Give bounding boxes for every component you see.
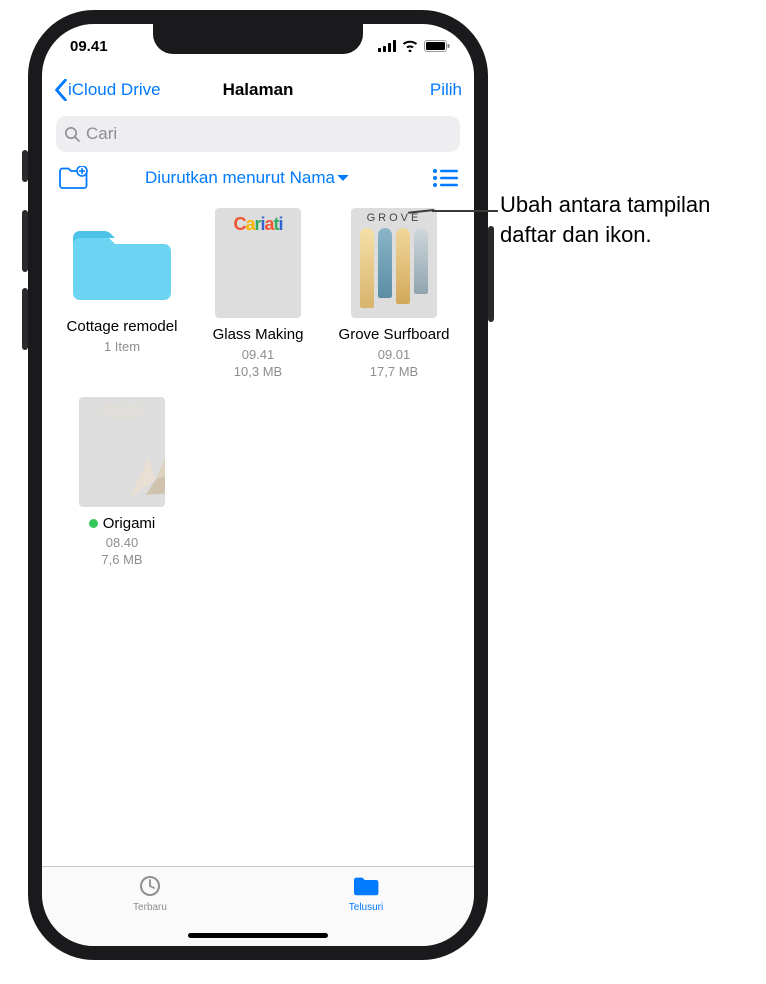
collab-badge-icon (89, 519, 98, 528)
item-name: Cottage remodel (67, 318, 178, 337)
view-toggle-button[interactable] (432, 168, 458, 188)
select-button[interactable]: Pilih (430, 80, 462, 100)
toolbar: Diurutkan menurut Nama (42, 160, 474, 204)
screen: 09.41 iCloud Drive Halaman Pilih Cari (42, 24, 474, 946)
search-wrap: Cari (42, 112, 474, 160)
notch (153, 24, 363, 54)
thumb-title: Cariati (229, 208, 286, 235)
item-name: Glass Making (213, 326, 304, 345)
doc-thumbnail: ORIGAMI TREASURES (79, 397, 165, 507)
chevron-left-icon (54, 79, 68, 101)
item-name: Grove Surfboard (339, 326, 450, 345)
chevron-down-icon (337, 174, 349, 182)
clock-icon (137, 873, 163, 899)
home-indicator[interactable] (188, 933, 328, 938)
callout-text: Ubah antara tampilan daftar dan ikon. (500, 190, 730, 249)
sort-label: Diurutkan menurut Nama (145, 168, 335, 188)
status-icons (378, 40, 450, 52)
wifi-icon (402, 40, 418, 52)
tab-label: Telusuri (349, 902, 383, 913)
folder-icon (352, 873, 380, 899)
callout-leader (432, 210, 498, 212)
doc-thumbnail: Cariati (215, 208, 301, 318)
doc-thumbnail: GROVE (351, 208, 437, 318)
grid-item-doc[interactable]: GROVE Grove Surfboard 09.01 17,7 MB (330, 208, 458, 381)
folder-icon (67, 220, 177, 310)
cellular-icon (378, 40, 396, 52)
item-meta: 1 Item (104, 339, 140, 356)
origami-crane-icon (128, 439, 165, 499)
thumb-title: ORIGAMI TREASURES (79, 397, 165, 421)
navigation-bar: iCloud Drive Halaman Pilih (42, 68, 474, 112)
grid-item-doc[interactable]: Cariati Glass Making 09.41 10,3 MB (194, 208, 322, 381)
list-icon (432, 168, 458, 188)
status-time: 09.41 (70, 38, 108, 55)
phone-frame: 09.41 iCloud Drive Halaman Pilih Cari (28, 10, 488, 960)
search-input[interactable]: Cari (56, 116, 460, 152)
grid-item-folder[interactable]: Cottage remodel 1 Item (58, 208, 186, 381)
item-meta: 09.01 17,7 MB (370, 347, 418, 381)
item-name-text: Origami (103, 515, 156, 534)
sort-button[interactable]: Diurutkan menurut Nama (62, 168, 432, 188)
item-meta: 08.40 7,6 MB (101, 535, 142, 569)
tab-label: Terbaru (133, 902, 167, 913)
power-button (488, 226, 494, 322)
back-label: iCloud Drive (68, 80, 161, 100)
search-icon (64, 126, 80, 142)
item-meta: 09.41 10,3 MB (234, 347, 282, 381)
back-button[interactable]: iCloud Drive (54, 79, 161, 101)
battery-icon (424, 40, 450, 52)
grid-item-doc[interactable]: ORIGAMI TREASURES Origami 08.40 7,6 MB (58, 397, 186, 570)
item-name: Origami (89, 515, 156, 534)
file-grid: Cottage remodel 1 Item Cariati Glass Mak… (42, 204, 474, 866)
search-placeholder: Cari (86, 124, 117, 144)
